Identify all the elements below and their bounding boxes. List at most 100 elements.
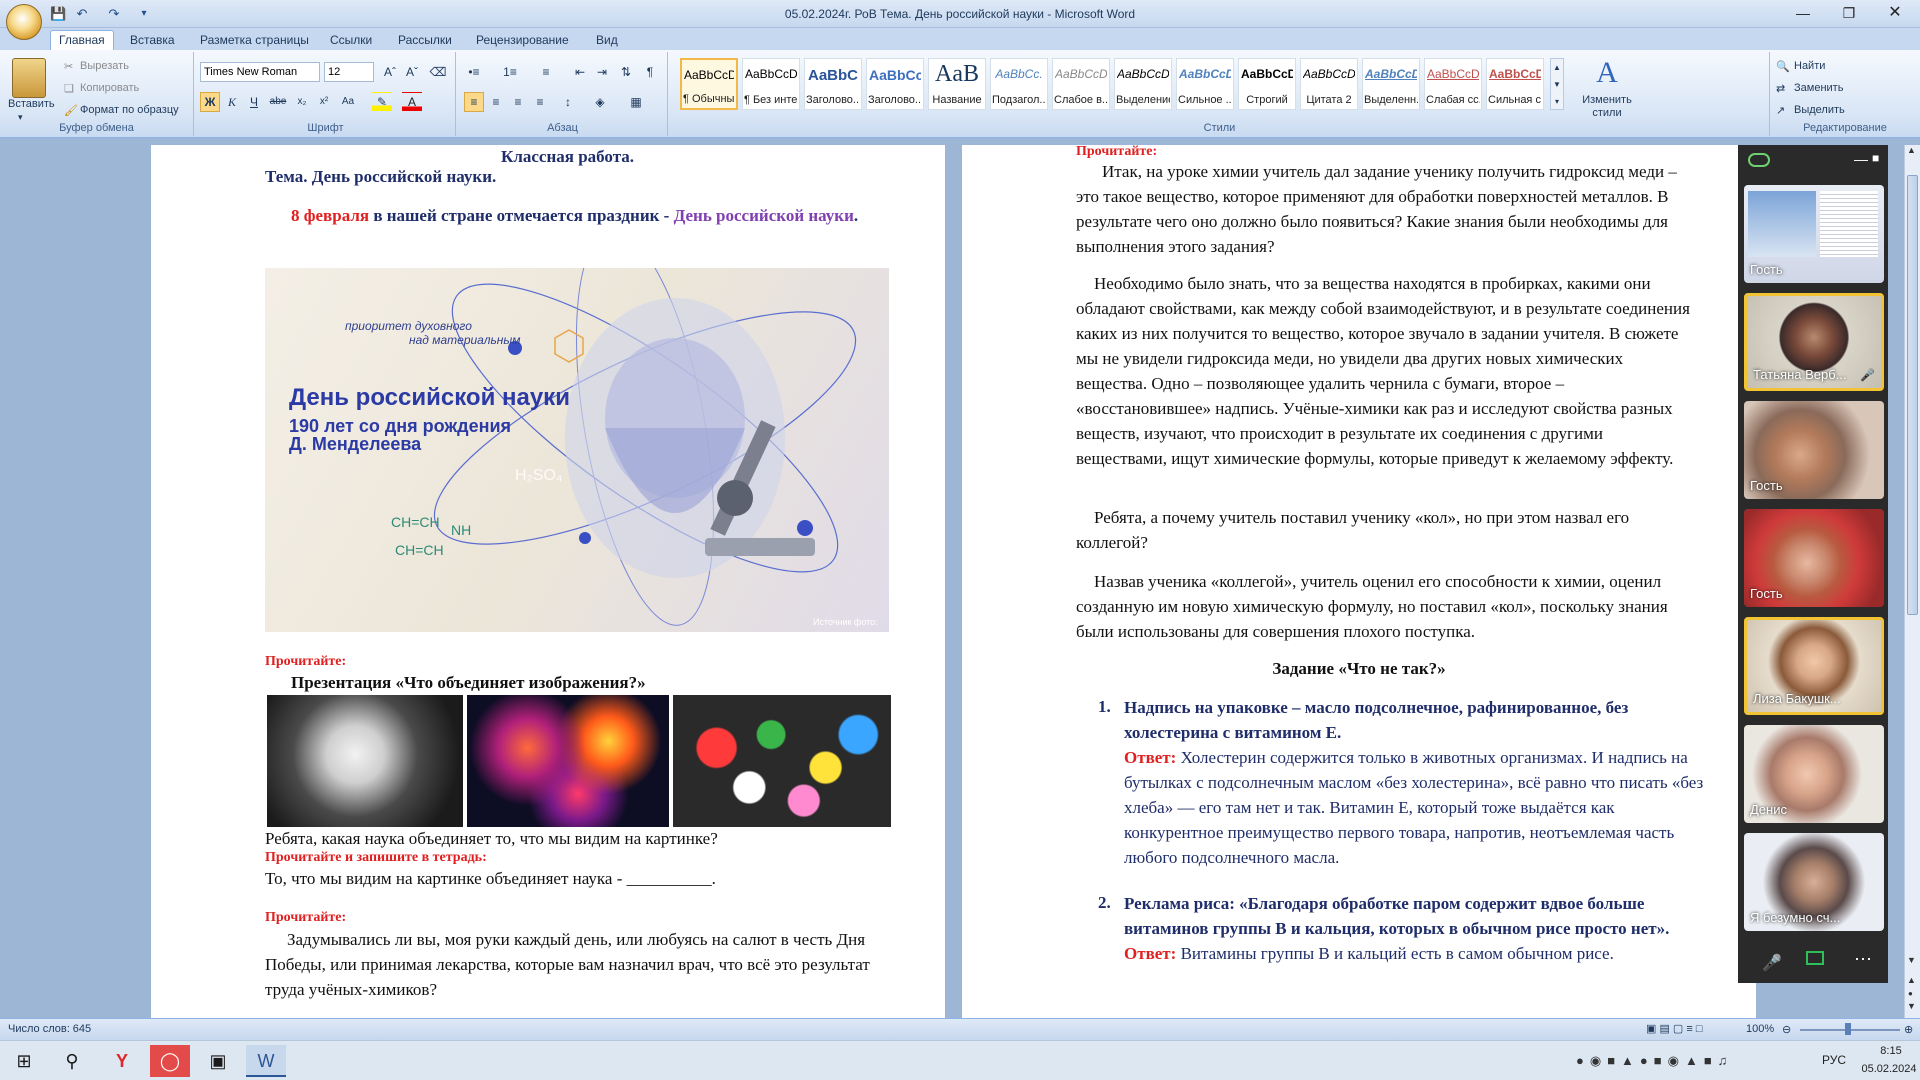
underline-icon[interactable]: Ч [244,92,264,112]
style-heading1[interactable]: AaBbC Заголово... [804,58,862,110]
more-options-icon[interactable]: ⋯ [1854,949,1872,970]
align-left-icon[interactable]: ≡ [464,92,484,112]
word-count[interactable]: Число слов: 645 [8,1023,91,1035]
screen-share-icon[interactable] [1806,951,1824,965]
tab-page-layout[interactable]: Разметка страницы [192,31,317,50]
style-intense-reference[interactable]: AaBbCcDc Сильная с... [1486,58,1544,110]
scroll-up-icon[interactable]: ▲ [1907,145,1916,155]
participant-tile[interactable]: Гость [1744,509,1884,607]
undo-icon[interactable]: ↶ [74,6,90,22]
strikethrough-icon[interactable]: abe [268,92,288,112]
participant-tile[interactable]: Денис [1744,725,1884,823]
scroll-down-icon[interactable]: ▼ [1907,955,1916,965]
participant-tile[interactable]: Гость [1744,185,1884,283]
style-normal[interactable]: AaBbCcDc ¶ Обычный [680,58,738,110]
cut-button[interactable]: Вырезать [80,60,129,72]
shading-icon[interactable]: ◈ [590,92,610,112]
justify-icon[interactable]: ≡ [530,92,550,112]
tray-icons[interactable]: ●◉■▲●■◉▲■♫ [1576,1053,1733,1069]
increase-indent-icon[interactable]: ⇥ [592,62,612,82]
clock-date[interactable]: 05.02.2024 [1858,1063,1920,1075]
word-app-icon[interactable]: W [246,1045,286,1077]
show-marks-icon[interactable]: ¶ [640,62,660,82]
tab-review[interactable]: Рецензирование [468,31,577,50]
zoom-level[interactable]: 100% [1746,1023,1774,1035]
style-subtle-reference[interactable]: AaBbCcDc Слабая сс... [1424,58,1482,110]
tab-mailings[interactable]: Рассылки [390,31,460,50]
customize-qat-icon[interactable]: ▾ [136,6,152,22]
styles-scroll-icon[interactable]: ▲ ▼ ▾ [1550,58,1564,110]
video-call-app-icon[interactable]: ▣ [198,1045,238,1077]
search-icon[interactable]: ⚲ [52,1045,92,1077]
replace-button[interactable]: Заменить [1794,82,1843,94]
zoom-slider-thumb[interactable] [1845,1023,1851,1035]
style-quote2[interactable]: AaBbCcDc Цитата 2 [1300,58,1358,110]
font-size-combo[interactable]: 12 [324,62,374,82]
format-painter-button[interactable]: Формат по образцу [80,104,179,116]
change-styles-button[interactable]: Изменить стили [1572,94,1642,120]
paste-button[interactable]: Вставить [8,98,55,110]
tab-home[interactable]: Главная [50,30,114,51]
clear-format-icon[interactable]: ⌫ [428,62,448,82]
font-color-icon[interactable]: A [402,92,422,112]
change-styles-icon[interactable]: A [1582,56,1632,90]
yandex-browser-icon[interactable]: Y [102,1045,142,1077]
zoom-out-icon[interactable]: ⊖ [1782,1023,1791,1036]
tab-insert[interactable]: Вставка [122,31,183,50]
style-emphasis[interactable]: AaBbCcDc Выделение [1114,58,1172,110]
participant-tile[interactable]: Я безумно сч... [1744,833,1884,931]
style-no-spacing[interactable]: AaBbCcDc ¶ Без инте... [742,58,800,110]
vertical-scrollbar[interactable]: ▲ ▼ ▲ ● ▼ [1904,145,1920,1018]
scroll-thumb[interactable] [1907,175,1918,615]
style-title[interactable]: AaB Название [928,58,986,110]
office-button[interactable] [6,4,42,40]
participant-tile[interactable]: Татьяна Верб... 🎤 [1744,293,1884,391]
borders-icon[interactable]: ▦ [626,92,646,112]
style-subtle-emphasis[interactable]: AaBbCcDc Слабое в... [1052,58,1110,110]
paste-icon[interactable] [12,58,46,98]
close-button[interactable]: ✕ [1872,0,1918,26]
shrink-font-icon[interactable]: Aˇ [402,62,422,82]
save-icon[interactable]: 💾 [50,6,66,22]
font-name-combo[interactable]: Times New Roman [200,62,320,82]
tab-references[interactable]: Ссылки [322,31,380,50]
clock-time[interactable]: 8:15 [1864,1045,1918,1057]
maximize-button[interactable]: ❐ [1826,0,1872,26]
language-indicator[interactable]: РУС [1822,1053,1846,1067]
redo-icon[interactable]: ↷ [106,6,122,22]
style-subtitle[interactable]: AaBbCc. Подзагол... [990,58,1048,110]
line-spacing-icon[interactable]: ↕ [558,92,578,112]
view-buttons-icon[interactable]: ▣ ▤ ▢ ≡ □ [1646,1022,1702,1035]
participant-tile[interactable]: Гость [1744,401,1884,499]
numbering-icon[interactable]: 1≡ [500,62,520,82]
select-button[interactable]: Выделить [1794,104,1845,116]
participant-tile[interactable]: Лиза Бакушк... [1744,617,1884,715]
change-case-icon[interactable]: Aa [338,92,358,112]
grow-font-icon[interactable]: Aˆ [380,62,400,82]
copy-button[interactable]: Копировать [80,82,139,94]
zoom-in-icon[interactable]: ⊕ [1904,1023,1913,1036]
opera-browser-icon[interactable]: ◯ [150,1045,190,1077]
next-page-icon[interactable]: ▼ [1907,1001,1916,1011]
multilevel-list-icon[interactable]: ≡ [536,62,556,82]
highlight-icon[interactable]: ✎ [372,92,392,112]
italic-icon[interactable]: К [222,92,242,112]
expand-panel-icon[interactable]: ■ [1872,151,1879,165]
superscript-icon[interactable]: x² [314,92,334,112]
mute-microphone-icon[interactable]: 🎤 [1762,953,1782,973]
subscript-icon[interactable]: x₂ [292,92,312,112]
style-intense-quote[interactable]: AaBbCcDc Выделенн... [1362,58,1420,110]
bullets-icon[interactable]: •≡ [464,62,484,82]
style-strong[interactable]: AaBbCcDc Строгий [1238,58,1296,110]
tab-view[interactable]: Вид [588,31,626,50]
bold-icon[interactable]: Ж [200,92,220,112]
minimize-button[interactable]: — [1780,0,1826,26]
style-heading2[interactable]: AaBbCc Заголово... [866,58,924,110]
decrease-indent-icon[interactable]: ⇤ [570,62,590,82]
sort-icon[interactable]: ⇅ [616,62,636,82]
align-right-icon[interactable]: ≡ [508,92,528,112]
align-center-icon[interactable]: ≡ [486,92,506,112]
style-intense-emphasis[interactable]: AaBbCcDc Сильное ... [1176,58,1234,110]
prev-page-icon[interactable]: ▲ [1907,975,1916,985]
minimize-panel-icon[interactable]: — [1854,151,1868,167]
